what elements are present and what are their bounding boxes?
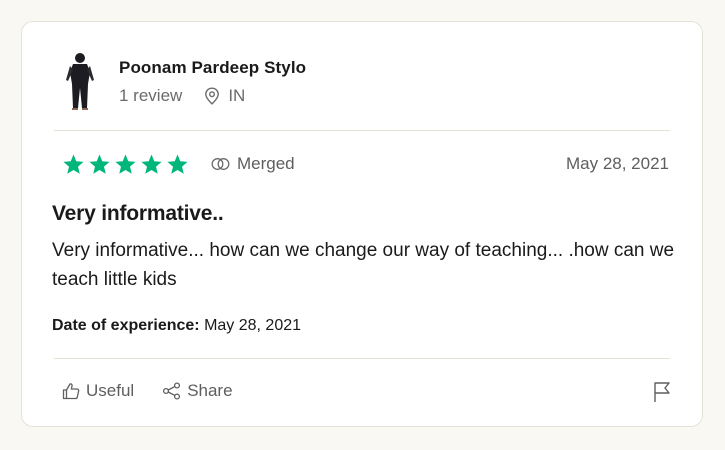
star-rating bbox=[62, 153, 189, 176]
star-icon bbox=[89, 153, 110, 174]
review-count: 1 review bbox=[119, 86, 183, 105]
country-code: IN bbox=[228, 86, 246, 105]
report-flag-button[interactable] bbox=[653, 381, 671, 408]
review-date: May 28, 2021 bbox=[565, 154, 669, 173]
rating-row: Merged May 28, 2021 bbox=[62, 152, 670, 176]
star-icon bbox=[167, 153, 188, 174]
review-card: Poonam Pardeep Stylo 1 review IN Merged … bbox=[21, 21, 703, 427]
merged-label: Merged bbox=[237, 154, 295, 173]
share-button[interactable]: Share bbox=[162, 381, 233, 401]
reviewer-avatar[interactable] bbox=[54, 50, 106, 112]
experience-value: May 28, 2021 bbox=[204, 317, 302, 334]
useful-label: Useful bbox=[86, 381, 135, 400]
reviewer-location: IN bbox=[204, 86, 245, 106]
location-pin-icon bbox=[205, 87, 220, 105]
experience-label: Date of experience: bbox=[52, 317, 200, 334]
reviewer-meta: 1 review IN bbox=[119, 86, 245, 106]
star-icon bbox=[141, 153, 162, 174]
review-title[interactable]: Very informative.. bbox=[52, 202, 224, 226]
star-icon bbox=[63, 153, 84, 174]
share-label: Share bbox=[187, 381, 233, 400]
review-actions: Useful Share bbox=[62, 381, 261, 401]
merged-badge: Merged bbox=[211, 154, 295, 174]
flag-icon bbox=[654, 382, 670, 402]
review-body: Very informative... how can we change ou… bbox=[52, 240, 675, 290]
footer-divider bbox=[54, 358, 670, 359]
useful-button[interactable]: Useful bbox=[62, 381, 134, 401]
share-icon bbox=[163, 382, 181, 400]
star-icon bbox=[115, 153, 136, 174]
thumbs-up-icon bbox=[62, 383, 80, 400]
date-of-experience: Date of experience: May 28, 2021 bbox=[52, 317, 301, 335]
reviewer-name[interactable]: Poonam Pardeep Stylo bbox=[119, 58, 306, 78]
header-divider bbox=[54, 130, 670, 131]
merged-icon bbox=[211, 158, 230, 170]
